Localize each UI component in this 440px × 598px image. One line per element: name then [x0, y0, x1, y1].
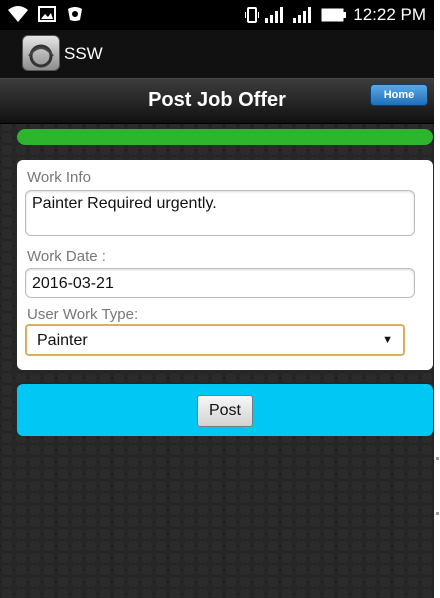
app-notification-icon: [66, 5, 84, 23]
user-work-type-label: User Work Type:: [27, 306, 139, 323]
status-bar-left: [8, 5, 84, 23]
wifi-icon: [8, 5, 28, 23]
header-bar: Post Job Offer Home: [0, 78, 434, 124]
user-work-type-value: Painter: [37, 332, 88, 349]
progress-fill: [17, 129, 433, 145]
edge-mark: [436, 512, 439, 515]
home-button[interactable]: Home: [370, 84, 428, 106]
progress-bar: [17, 129, 433, 145]
status-bar-right: 12:22 PM: [245, 5, 426, 25]
signal-icon: [293, 6, 315, 24]
app-name: SSW: [64, 44, 103, 63]
post-button[interactable]: Post: [197, 395, 253, 427]
work-date-label: Work Date :: [27, 248, 106, 265]
battery-icon: [321, 8, 347, 22]
status-time: 12:22 PM: [353, 5, 426, 24]
edge-mark: [436, 457, 439, 460]
work-info-textarea[interactable]: Painter Required urgently.: [25, 190, 415, 236]
vibrate-icon: [245, 6, 260, 24]
signal-icon: [265, 6, 287, 24]
work-info-label: Work Info: [27, 169, 91, 186]
status-bar: 12:22 PM: [0, 0, 434, 30]
dropdown-arrow-icon: ▼: [382, 334, 393, 346]
page-title: Post Job Offer: [148, 89, 286, 111]
work-date-input[interactable]: 2016-03-21: [25, 268, 415, 298]
phone-screen: 12:22 PM SSW Post Job Offer Home Work In…: [0, 0, 434, 598]
app-bar: SSW: [0, 30, 434, 79]
screenshot-edge: [434, 0, 440, 598]
app-logo-icon[interactable]: [22, 35, 60, 71]
user-work-type-select[interactable]: Painter ▼: [25, 324, 405, 356]
image-icon: [38, 6, 56, 22]
action-panel: Post: [17, 384, 433, 436]
form-card: Work Info Painter Required urgently. Wor…: [17, 160, 433, 370]
